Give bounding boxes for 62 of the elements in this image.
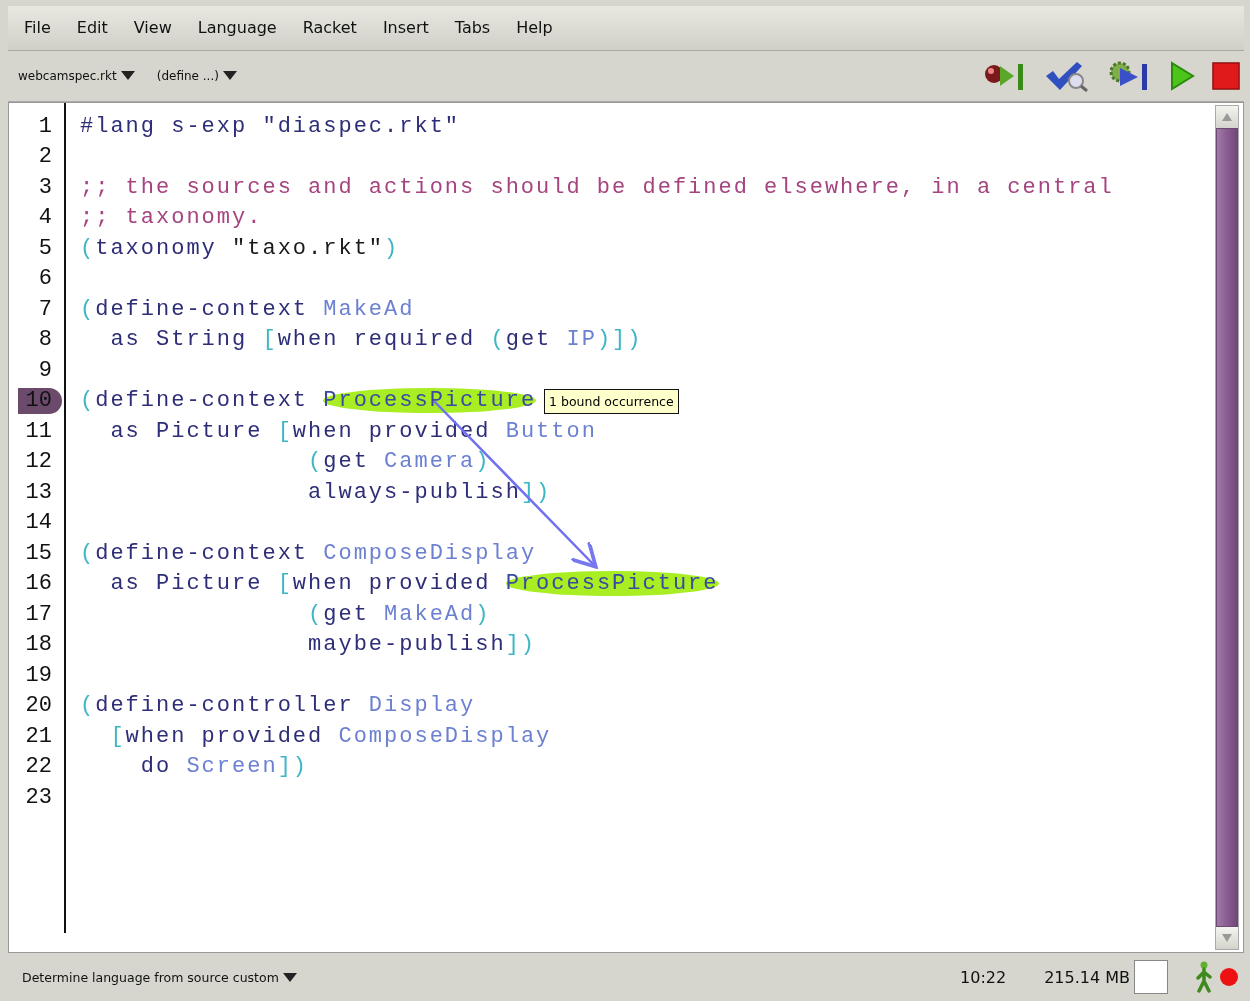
line-number: 10 bbox=[17, 388, 62, 415]
checkmark-magnifier-icon[interactable] bbox=[1044, 59, 1090, 92]
code-line: maybe-publish]) bbox=[307, 632, 537, 659]
line-number: 13 bbox=[24, 479, 53, 506]
line-number: 11 bbox=[24, 418, 53, 445]
memory-usage: 215.14 MB bbox=[1044, 967, 1130, 987]
tooltip: 1 bound occurrence bbox=[544, 388, 679, 414]
menu-item[interactable]: Help bbox=[516, 18, 553, 38]
line-number: 16 bbox=[24, 571, 53, 598]
walking-figure-icon bbox=[1194, 961, 1214, 994]
code-line: (define-context ProcessPicture bbox=[80, 388, 537, 415]
line-number: 15 bbox=[24, 540, 53, 567]
code-line: (define-context ComposeDisplay bbox=[80, 540, 537, 567]
code-line: as String [when required (get IP)]) bbox=[109, 327, 643, 354]
caret-icon bbox=[222, 71, 237, 81]
code-line: always-publish]) bbox=[307, 479, 552, 506]
line-number: 7 bbox=[37, 296, 53, 323]
menu-item[interactable]: Language bbox=[197, 18, 277, 38]
line-number: 18 bbox=[24, 632, 53, 659]
line-number: 22 bbox=[24, 754, 53, 781]
code-line: do Screen]) bbox=[139, 754, 309, 781]
code-line: #lang s-exp "diaspec.rkt" bbox=[80, 113, 461, 140]
line-number: 9 bbox=[37, 357, 53, 384]
line-number: 4 bbox=[37, 205, 53, 232]
line-number: 14 bbox=[24, 510, 53, 537]
code-line: (get Camera) bbox=[307, 449, 491, 476]
cursor-position: 10:22 bbox=[960, 967, 1007, 987]
line-number: 19 bbox=[24, 662, 53, 689]
caret-icon bbox=[282, 972, 297, 982]
code-line: (taxonomy "taxo.rkt") bbox=[80, 235, 400, 262]
line-number: 1 bbox=[37, 113, 53, 140]
code-line: (define-context MakeAd bbox=[80, 296, 415, 323]
line-number: 21 bbox=[24, 723, 53, 750]
line-number: 12 bbox=[24, 449, 53, 476]
code-line: ;; taxonomy. bbox=[80, 205, 263, 232]
line-number: 20 bbox=[24, 693, 53, 720]
line-number: 6 bbox=[37, 266, 53, 293]
language-dropdown[interactable]: Determine language from source custom bbox=[22, 967, 297, 987]
definitions-dropdown[interactable]: (define ...) bbox=[156, 66, 237, 85]
menu-item[interactable]: View bbox=[133, 18, 172, 38]
line-number: 23 bbox=[24, 784, 53, 811]
line-number: 3 bbox=[37, 174, 53, 201]
caret-icon bbox=[120, 71, 135, 81]
line-number: 8 bbox=[37, 327, 53, 354]
menu-item[interactable]: Insert bbox=[382, 18, 429, 38]
code-line: as Picture [when provided ProcessPicture bbox=[109, 571, 719, 598]
memory-box[interactable] bbox=[1134, 960, 1168, 995]
menu-item[interactable]: Tabs bbox=[454, 18, 491, 38]
line-number: 17 bbox=[24, 601, 53, 628]
line-number: 2 bbox=[37, 144, 53, 171]
menu-item[interactable]: Edit bbox=[76, 18, 108, 38]
play-icon[interactable] bbox=[1168, 59, 1196, 92]
line-number: 5 bbox=[37, 235, 53, 262]
stop-icon[interactable] bbox=[1212, 59, 1240, 92]
code-line: ;; the sources and actions should be defined elsewhere, in a central bbox=[80, 174, 1114, 201]
code-line: (get MakeAd) bbox=[307, 601, 491, 628]
menu-item[interactable]: Racket bbox=[302, 18, 357, 38]
code-line: (define-controller Display bbox=[80, 693, 476, 720]
file-dropdown[interactable]: webcamspec.rkt bbox=[18, 66, 135, 85]
status-dot bbox=[1220, 968, 1238, 987]
menu-item[interactable]: File bbox=[24, 18, 51, 38]
code-line: [when provided ComposeDisplay bbox=[109, 723, 552, 750]
